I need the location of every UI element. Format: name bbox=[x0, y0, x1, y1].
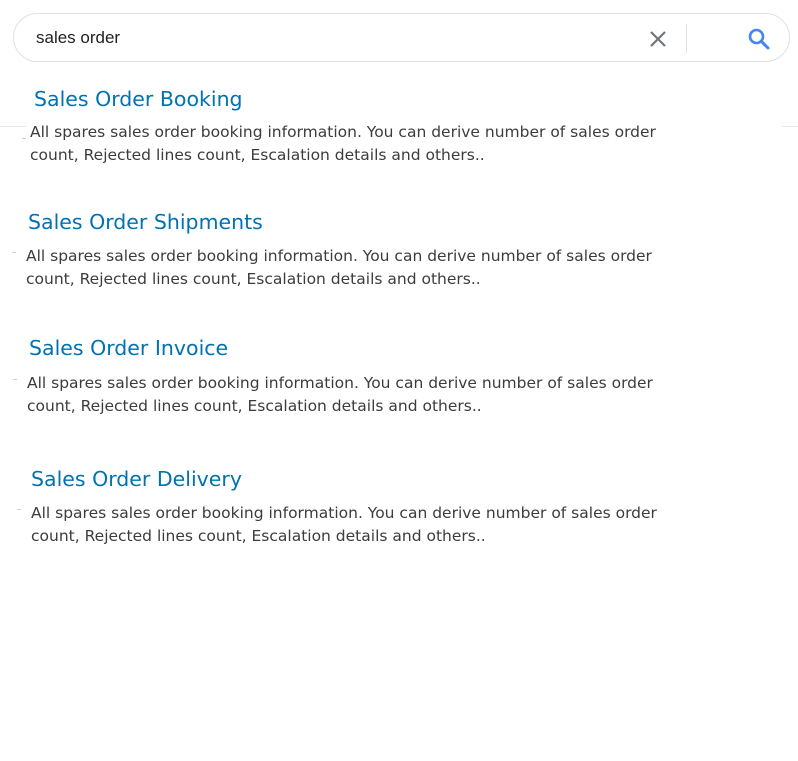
result-item: Sales Order Invoice bbox=[29, 335, 228, 361]
search-input[interactable] bbox=[36, 24, 626, 52]
result-item: Sales Order Booking bbox=[34, 86, 243, 112]
result-description-container: All spares sales order booking informati… bbox=[27, 372, 657, 418]
result-title-link[interactable]: Sales Order Delivery bbox=[31, 466, 242, 492]
search-bar bbox=[13, 13, 790, 62]
separator-line-right bbox=[782, 126, 798, 127]
result-title-link[interactable]: Sales Order Booking bbox=[34, 86, 243, 112]
result-description: All spares sales order booking informati… bbox=[26, 247, 652, 288]
result-item: Sales Order Delivery bbox=[31, 466, 242, 492]
result-item: Sales Order Shipments bbox=[28, 209, 263, 235]
result-description: All spares sales order booking informati… bbox=[30, 123, 656, 164]
result-title-link[interactable]: Sales Order Shipments bbox=[28, 209, 263, 235]
result-description: All spares sales order booking informati… bbox=[31, 504, 657, 545]
decorative-tick bbox=[12, 252, 16, 253]
result-description-container: All spares sales order booking informati… bbox=[30, 121, 660, 167]
result-description-container: All spares sales order booking informati… bbox=[31, 502, 661, 548]
result-description-container: All spares sales order booking informati… bbox=[26, 245, 656, 291]
close-icon[interactable] bbox=[645, 26, 671, 52]
search-icon[interactable] bbox=[746, 26, 772, 52]
decorative-tick bbox=[13, 379, 17, 380]
search-divider bbox=[686, 24, 687, 53]
result-title-link[interactable]: Sales Order Invoice bbox=[29, 335, 228, 361]
decorative-tick bbox=[17, 509, 21, 510]
separator-line-left bbox=[0, 126, 26, 127]
decorative-tick bbox=[22, 138, 26, 139]
result-description: All spares sales order booking informati… bbox=[27, 374, 653, 415]
